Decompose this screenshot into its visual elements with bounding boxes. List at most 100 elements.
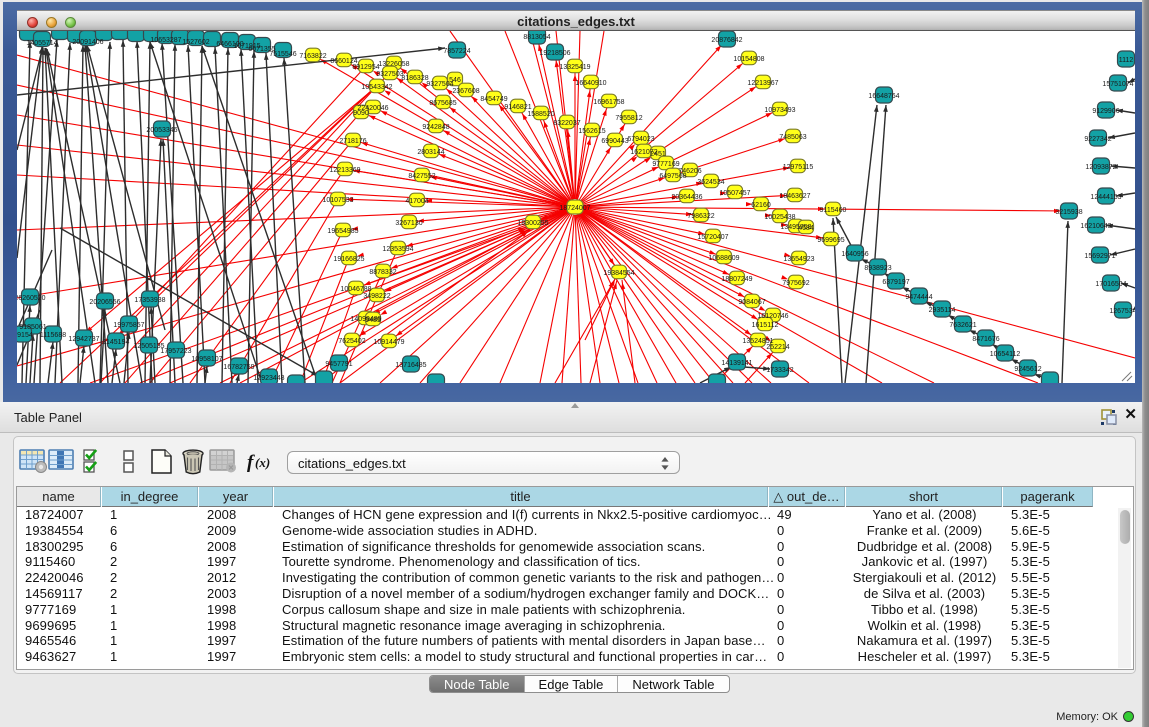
svg-text:7857224: 7857224 <box>443 48 470 55</box>
svg-text:1527602: 1527602 <box>182 39 209 46</box>
svg-text:9777169: 9777169 <box>652 161 679 168</box>
svg-text:18724007: 18724007 <box>559 205 590 212</box>
svg-text:39154: 39154 <box>17 332 33 339</box>
svg-text:252214: 252214 <box>766 344 789 351</box>
svg-text:9129906: 9129906 <box>1092 108 1119 115</box>
svg-text:4684: 4684 <box>798 225 814 232</box>
svg-text:16961758: 16961758 <box>593 99 624 106</box>
svg-text:6379197: 6379197 <box>882 279 909 286</box>
svg-text:7625402: 7625402 <box>338 338 365 345</box>
svg-text:13226058: 13226058 <box>378 61 409 68</box>
svg-text:12093872: 12093872 <box>1085 164 1116 171</box>
svg-text:18807249: 18807249 <box>721 276 752 283</box>
svg-text:20364436: 20364436 <box>671 194 702 201</box>
svg-text:15751074: 15751074 <box>1102 81 1133 88</box>
svg-text:20053346: 20053346 <box>146 127 177 134</box>
svg-text:15720407: 15720407 <box>697 234 728 241</box>
svg-text:12923448: 12923448 <box>253 375 284 382</box>
svg-text:19975857: 19975857 <box>113 322 144 329</box>
svg-text:417004: 417004 <box>405 198 428 205</box>
svg-text:1145194: 1145194 <box>103 339 130 346</box>
svg-text:9090: 9090 <box>353 110 369 117</box>
svg-text:9084067: 9084067 <box>738 299 765 306</box>
svg-text:8186328: 8186328 <box>401 75 428 82</box>
svg-text:1640956: 1640956 <box>841 251 868 258</box>
svg-text:16120746: 16120746 <box>757 313 788 320</box>
svg-text:19218506: 19218506 <box>539 50 570 57</box>
svg-text:546: 546 <box>449 77 461 84</box>
svg-text:8675685: 8675685 <box>429 100 456 107</box>
svg-text:62160: 62160 <box>751 202 771 209</box>
svg-text:10688609: 10688609 <box>708 255 739 262</box>
svg-text:13654923: 13654923 <box>783 256 814 263</box>
svg-text:2803144: 2803144 <box>417 149 444 156</box>
svg-text:12444153: 12444153 <box>1090 194 1121 201</box>
svg-text:18463627: 18463627 <box>779 193 810 200</box>
svg-text:9327503: 9327503 <box>376 71 403 78</box>
svg-text:12942737: 12942737 <box>68 336 99 343</box>
svg-text:10973493: 10973493 <box>764 107 795 114</box>
svg-text:13716485: 13716485 <box>395 362 426 369</box>
svg-text:9242848: 9242848 <box>422 124 449 131</box>
svg-text:20876842: 20876842 <box>711 37 742 44</box>
svg-text:6794023: 6794023 <box>627 136 654 143</box>
svg-text:2367608: 2367608 <box>452 88 479 95</box>
svg-text:10543342: 10543342 <box>361 84 392 91</box>
svg-text:3624534: 3624534 <box>697 179 724 186</box>
svg-text:16640910: 16640910 <box>575 80 606 87</box>
svg-text:3267130: 3267130 <box>395 220 422 227</box>
svg-text:10154808: 10154808 <box>733 56 764 63</box>
svg-text:7986322: 7986322 <box>687 213 714 220</box>
svg-text:16782759: 16782759 <box>223 364 254 371</box>
svg-text:10025438: 10025438 <box>764 214 795 221</box>
svg-text:18300295: 18300295 <box>517 220 548 227</box>
svg-text:8322037: 8322037 <box>553 120 580 127</box>
svg-text:1615112: 1615112 <box>752 322 779 329</box>
svg-text:12213369: 12213369 <box>329 167 360 174</box>
svg-text:10654112: 10654112 <box>990 351 1021 358</box>
svg-text:9699695: 9699695 <box>817 237 844 244</box>
svg-text:9489: 9489 <box>365 317 381 324</box>
svg-text:2718176: 2718176 <box>339 138 366 145</box>
svg-text:8427552: 8427552 <box>408 173 435 180</box>
svg-text:10046788: 10046788 <box>340 286 371 293</box>
svg-text:2935114: 2935114 <box>929 307 956 314</box>
svg-text:14055714: 14055714 <box>26 40 57 47</box>
svg-text:10107533: 10107533 <box>322 197 353 204</box>
svg-text:26260520: 26260520 <box>17 295 46 302</box>
svg-text:1115688: 1115688 <box>40 332 66 339</box>
svg-text:7975692: 7975692 <box>782 280 809 287</box>
svg-text:6497568: 6497568 <box>659 173 686 180</box>
svg-text:9474444: 9474444 <box>905 294 932 301</box>
svg-text:2451: 2451 <box>650 151 666 158</box>
svg-text:3215938: 3215938 <box>1055 209 1082 216</box>
svg-text:9245612: 9245612 <box>1014 366 1041 373</box>
svg-text:9146821: 9146821 <box>504 104 531 111</box>
svg-text:1112: 1112 <box>1119 57 1134 64</box>
svg-text:19384554: 19384554 <box>603 270 634 277</box>
svg-text:14139141: 14139141 <box>721 360 752 367</box>
svg-text:(x): (x) <box>255 455 270 470</box>
svg-text:1267534: 1267534 <box>1109 308 1135 315</box>
svg-text:8912954: 8912954 <box>352 64 379 71</box>
svg-text:6990443: 6990443 <box>601 138 628 145</box>
svg-text:19654985: 19654985 <box>327 228 358 235</box>
svg-text:16210643: 16210643 <box>1080 223 1111 230</box>
svg-text:9115460: 9115460 <box>820 207 847 214</box>
svg-text:7515546: 7515546 <box>269 51 296 58</box>
svg-text:12213967: 12213967 <box>747 80 778 87</box>
svg-text:1562615: 1562615 <box>578 128 605 135</box>
svg-text:20206556: 20206556 <box>89 299 120 306</box>
svg-text:8813054: 8813054 <box>523 34 550 41</box>
svg-text:16648764: 16648764 <box>868 93 899 100</box>
svg-text:1733342: 1733342 <box>766 367 793 374</box>
svg-text:f: f <box>247 452 255 473</box>
svg-text:8938923: 8938923 <box>864 265 891 272</box>
svg-text:10507457: 10507457 <box>719 190 750 197</box>
svg-text:9457791: 9457791 <box>325 361 352 368</box>
svg-text:7955812: 7955812 <box>615 115 642 122</box>
svg-text:7163822: 7163822 <box>299 53 326 60</box>
svg-text:12353594: 12353594 <box>382 246 413 253</box>
svg-text:20091406: 20091406 <box>72 39 103 46</box>
svg-text:10653287: 10653287 <box>150 37 181 44</box>
